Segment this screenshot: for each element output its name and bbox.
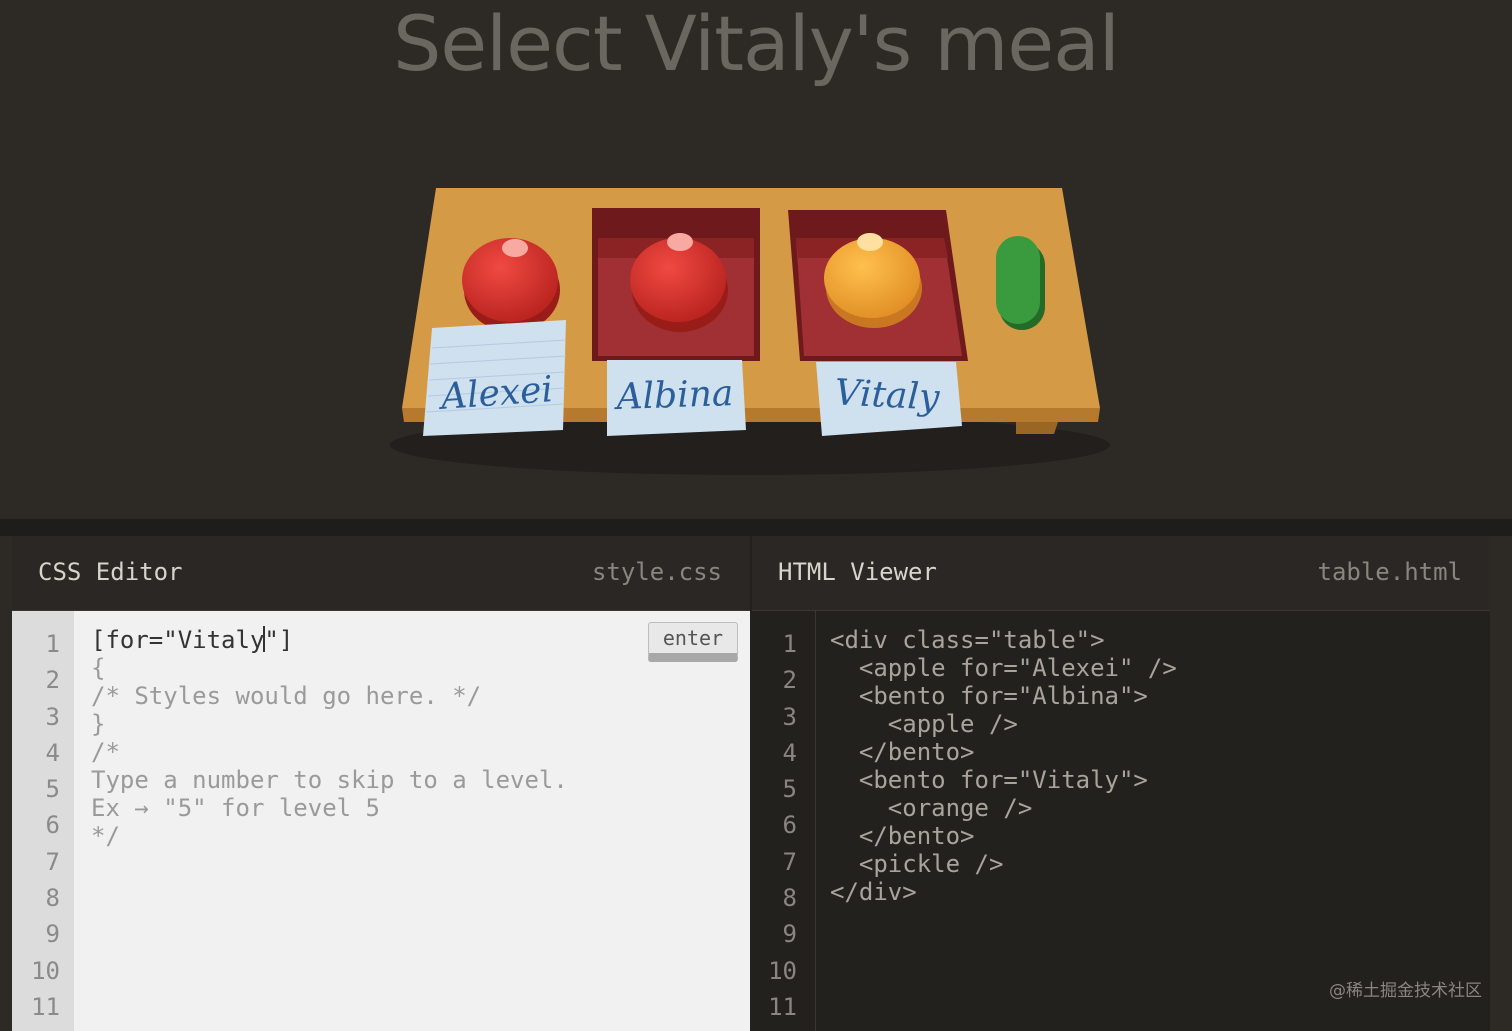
code-line: Type a number to skip to a level. [91,766,568,794]
pickle[interactable] [996,236,1045,330]
bento-albina[interactable] [592,208,760,361]
html-line[interactable]: <apple /> [817,710,1489,738]
html-line[interactable]: <pickle /> [817,850,1489,878]
table-scene: Alexei Albina Vitaly [0,100,1512,520]
watermark: @稀土掘金技术社区 [1329,981,1482,1001]
html-line[interactable]: </div> [817,878,1489,906]
nametag-label-albina: Albina [615,372,735,419]
html-line[interactable]: <apple for="Alexei" /> [817,654,1489,682]
code-line: /* Styles would go here. */ [91,682,482,710]
html-line[interactable]: </bento> [817,822,1489,850]
code-line: Ex → "5" for level 5 [91,794,380,822]
css-editor-title: CSS Editor [38,558,183,586]
html-line[interactable]: <bento for="Albina"> [817,682,1489,710]
html-line[interactable]: <bento for="Vitaly"> [817,766,1489,794]
bento-vitaly[interactable] [788,210,968,361]
html-viewer-title: HTML Viewer [778,558,937,586]
code-line: /* [91,738,120,766]
code-line: */ [91,822,120,850]
enter-button[interactable]: enter [648,622,738,662]
html-filename: table.html [1317,558,1463,586]
html-line[interactable]: <orange /> [817,794,1489,822]
css-code-area[interactable]: [for="Vitaly"] { /* Styles would go here… [74,611,750,1031]
html-line[interactable]: </bento> [817,738,1489,766]
html-line[interactable]: <div class="table"> [817,626,1489,654]
html-line-numbers: 1 2 3 4 5 6 7 8 9 10 11 [752,611,816,1031]
html-viewer-header: HTML Viewer table.html [752,536,1490,611]
css-line-numbers: 1 2 3 4 5 6 7 8 9 10 11 [12,611,74,1031]
nametag-label-alexei: Alexei [439,369,555,418]
html-code-area: <div class="table"> <apple for="Alexei" … [817,611,1489,1031]
css-filename: style.css [591,558,722,586]
css-editor-header: CSS Editor style.css [12,536,750,611]
code-line: } [91,710,106,738]
apple-alexei[interactable] [462,238,560,332]
nametag-label-vitaly: Vitaly [833,372,941,419]
table-illustration [390,188,1110,475]
page-title: Select Vitaly's meal [393,0,1120,88]
